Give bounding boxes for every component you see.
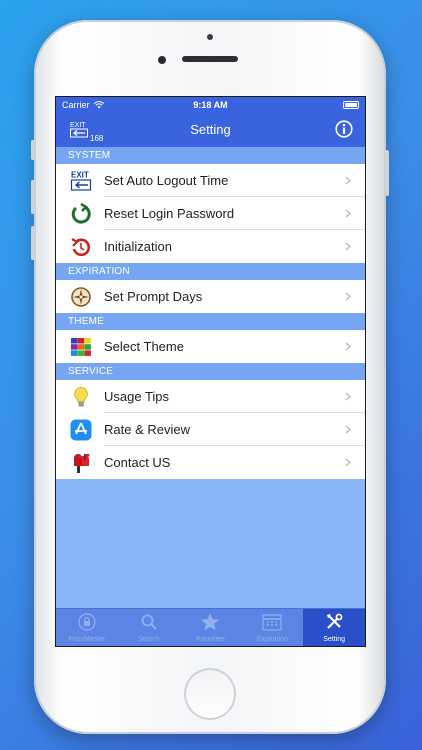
- svg-text:EXIT: EXIT: [71, 171, 89, 180]
- tab-search[interactable]: Search: [118, 609, 180, 646]
- chevron-right-icon: [345, 292, 351, 301]
- row-usage-tips[interactable]: Usage Tips: [56, 380, 365, 413]
- compass-icon: [71, 287, 91, 307]
- search-icon: [141, 614, 157, 630]
- section-header-theme: THEME: [56, 313, 365, 330]
- tab-label: Expiration: [256, 636, 288, 643]
- tab-expiration[interactable]: Expiration: [241, 609, 303, 646]
- row-label: Set Auto Logout Time: [104, 173, 229, 188]
- app-screen: Carrier 9:18 AM EXIT 168 Setting SYSTEM …: [56, 97, 365, 646]
- chevron-right-icon: [345, 392, 351, 401]
- chevron-right-icon: [345, 342, 351, 351]
- info-icon[interactable]: [335, 120, 353, 138]
- palette-grid-icon: [71, 338, 91, 356]
- row-initialization[interactable]: Initialization: [56, 230, 365, 263]
- row-label: Initialization: [104, 239, 172, 254]
- row-reset-password[interactable]: Reset Login Password: [56, 197, 365, 230]
- front-camera: [158, 56, 166, 64]
- lock-icon: [78, 613, 96, 631]
- mailbox-icon: [74, 454, 90, 473]
- chevron-right-icon: [345, 176, 351, 185]
- battery-icon: [343, 101, 359, 109]
- chevron-right-icon: [345, 242, 351, 251]
- chevron-right-icon: [345, 425, 351, 434]
- calendar-icon: [262, 614, 282, 631]
- home-button[interactable]: [184, 668, 236, 720]
- row-select-theme[interactable]: Select Theme: [56, 330, 365, 363]
- tab-passmaster[interactable]: PassMaster: [56, 609, 118, 646]
- mute-switch: [31, 140, 35, 160]
- status-bar: Carrier 9:18 AM: [56, 97, 365, 114]
- volume-up-button: [31, 180, 35, 214]
- tab-label: Favorites: [196, 636, 225, 643]
- page-title: Setting: [190, 122, 231, 137]
- row-label: Rate & Review: [104, 422, 190, 437]
- power-button: [385, 150, 389, 196]
- row-prompt-days[interactable]: Set Prompt Days: [56, 280, 365, 313]
- tab-bar: PassMaster Search Favorites Expiration S…: [56, 608, 365, 646]
- volume-down-button: [31, 226, 35, 260]
- tab-favorites[interactable]: Favorites: [180, 609, 242, 646]
- chevron-right-icon: [345, 209, 351, 218]
- chevron-right-icon: [345, 458, 351, 467]
- tools-icon: [327, 613, 343, 629]
- clock: 9:18 AM: [193, 100, 228, 110]
- row-rate-review[interactable]: Rate & Review: [56, 413, 365, 446]
- star-icon: [201, 613, 220, 631]
- sensor-dot: [207, 34, 213, 40]
- restore-icon: [71, 238, 91, 257]
- section-header-expiration: EXPIRATION: [56, 263, 365, 280]
- section-header-service: SERVICE: [56, 363, 365, 380]
- lightbulb-icon: [74, 387, 88, 407]
- section-header-system: SYSTEM: [56, 147, 365, 164]
- row-label: Select Theme: [104, 339, 184, 354]
- row-label: Reset Login Password: [104, 206, 235, 221]
- row-label: Set Prompt Days: [104, 289, 203, 304]
- row-contact-us[interactable]: Contact US: [56, 446, 365, 479]
- row-label: Usage Tips: [104, 389, 170, 404]
- navigation-bar: EXIT 168 Setting: [56, 114, 365, 147]
- app-store-icon: [70, 419, 92, 441]
- tab-label: Search: [137, 636, 160, 643]
- exit-icon: EXIT: [70, 171, 92, 191]
- reset-arrow-icon: [71, 203, 91, 224]
- tab-setting[interactable]: Setting: [303, 609, 365, 646]
- row-auto-logout[interactable]: EXIT Set Auto Logout Time: [56, 164, 365, 197]
- tab-label: Setting: [323, 636, 345, 643]
- earpiece-speaker: [182, 56, 238, 62]
- tab-label: PassMaster: [68, 636, 106, 643]
- row-label: Contact US: [104, 455, 171, 470]
